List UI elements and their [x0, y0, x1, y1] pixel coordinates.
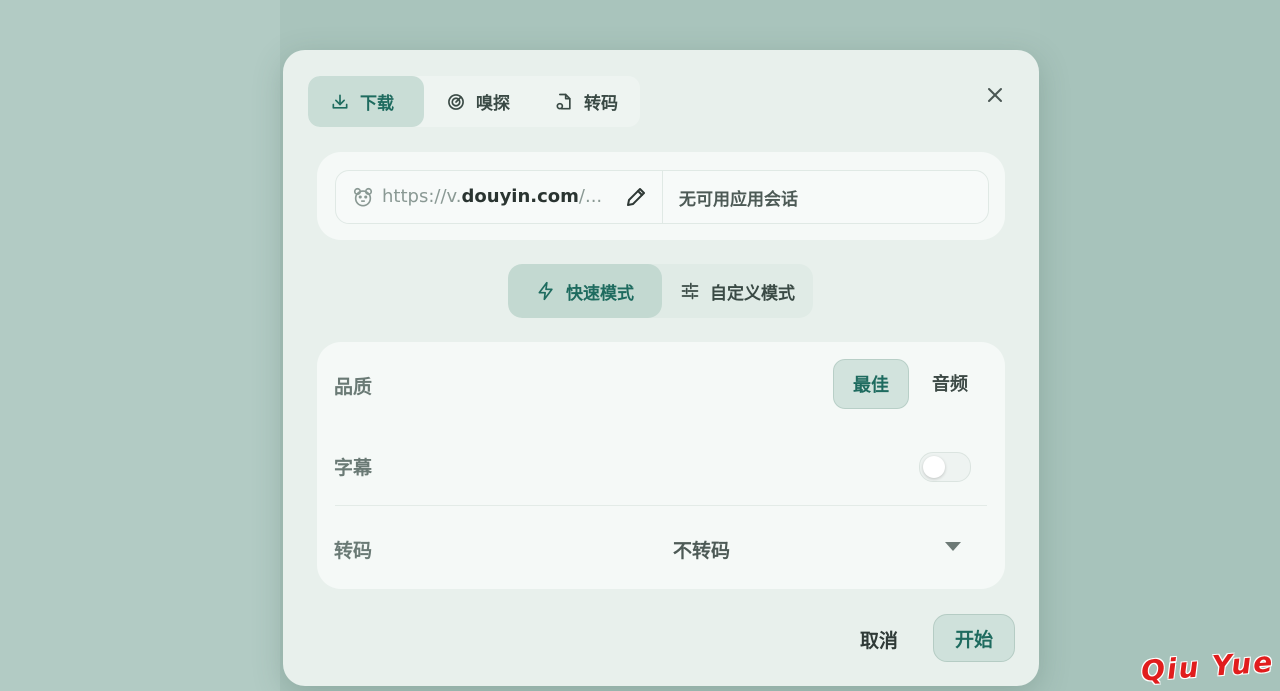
quality-label: 品质 [334, 376, 373, 398]
url-field: https://v.douyin.com/... 无可用应用会话 [335, 170, 989, 224]
close-icon[interactable] [983, 83, 1007, 107]
start-button[interactable]: 开始 [933, 614, 1015, 662]
url-card: https://v.douyin.com/... 无可用应用会话 [317, 152, 1005, 240]
url-prefix: https://v. [382, 186, 462, 207]
mode-toggle: 快速模式 自定义模式 [508, 264, 813, 318]
custom-mode-button[interactable]: 自定义模式 [662, 264, 813, 318]
background-right [1040, 0, 1280, 691]
tab-transcode-label: 转码 [584, 94, 618, 114]
pencil-edit-icon[interactable] [624, 185, 648, 209]
quick-mode-label: 快速模式 [566, 283, 634, 304]
file-convert-icon [556, 93, 571, 109]
tab-transcode[interactable]: 转码 [532, 76, 640, 127]
dialog-tabs: 下载 嗅探 转码 [308, 76, 640, 127]
url-suffix: /... [578, 186, 603, 207]
tab-sniff[interactable]: 嗅探 [424, 76, 532, 127]
url-text: https://v.douyin.com/... [382, 186, 602, 207]
transcode-value: 不转码 [673, 540, 731, 562]
download-icon [332, 94, 348, 109]
sliders-icon [681, 282, 699, 300]
quality-audio-button[interactable]: 音频 [915, 359, 985, 407]
download-dialog: 下载 嗅探 转码 https://v.douyin.com/... 无可用应用会… [283, 50, 1039, 686]
quality-selector: 最佳 音频 [833, 359, 985, 409]
caret-down-icon [945, 542, 961, 551]
quality-best-button[interactable]: 最佳 [833, 359, 909, 409]
session-status[interactable]: 无可用应用会话 [663, 185, 798, 210]
radar-icon [448, 93, 464, 110]
transcode-row: 转码 不转码 [334, 505, 987, 586]
subtitle-toggle[interactable] [919, 452, 971, 482]
quick-mode-button[interactable]: 快速模式 [508, 264, 662, 318]
subtitle-toggle-knob [923, 456, 945, 478]
background-left [0, 0, 280, 691]
url-input[interactable]: https://v.douyin.com/... [336, 171, 663, 223]
subtitle-label: 字幕 [334, 457, 373, 479]
quality-row: 品质 最佳 音频 [317, 342, 1005, 422]
tab-sniff-label: 嗅探 [476, 94, 510, 114]
options-card: 品质 最佳 音频 字幕 转码 不转码 [317, 342, 1005, 589]
tab-download[interactable]: 下载 [308, 76, 424, 127]
subtitle-row: 字幕 [317, 424, 1005, 504]
custom-mode-label: 自定义模式 [710, 283, 795, 304]
transcode-label: 转码 [334, 540, 373, 562]
url-domain: douyin.com [461, 186, 579, 207]
transcode-select[interactable]: 不转码 [665, 524, 975, 570]
lightning-icon [538, 281, 553, 301]
cancel-button[interactable]: 取消 [843, 616, 915, 662]
tab-download-label: 下载 [360, 94, 394, 114]
bear-app-icon [353, 187, 373, 207]
